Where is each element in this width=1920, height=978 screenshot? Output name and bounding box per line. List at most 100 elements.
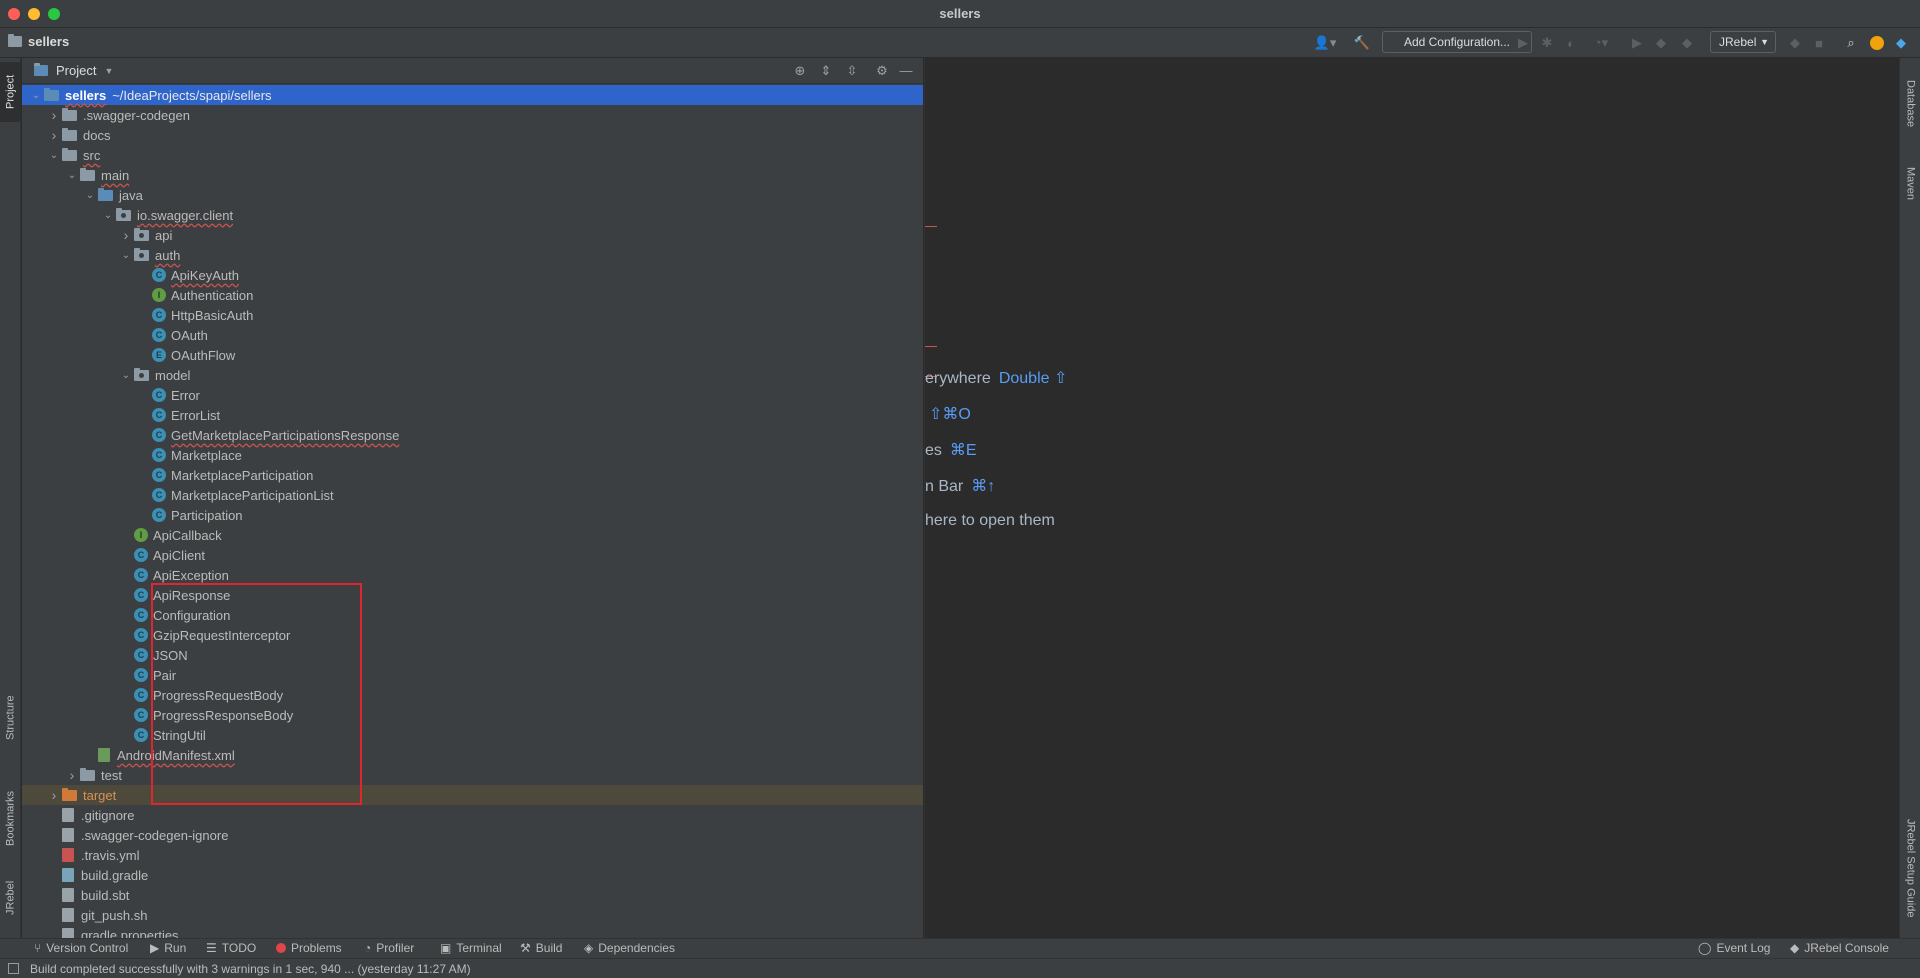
user-account-icon[interactable]: 👤▾ bbox=[1310, 33, 1340, 53]
tree-item[interactable]: ⌄ main bbox=[22, 165, 923, 185]
tool-tab-build[interactable]: ⚒ Build bbox=[520, 941, 562, 955]
tool-tab-event-log[interactable]: ◯ Event Log bbox=[1698, 941, 1770, 955]
tree-item[interactable]: .travis.yml bbox=[22, 845, 923, 865]
chevron-right-icon[interactable]: › bbox=[46, 107, 62, 123]
tree-item[interactable]: C GetMarketplaceParticipationsResponse bbox=[22, 425, 923, 445]
tree-item[interactable]: ⌄ auth bbox=[22, 245, 923, 265]
tree-item[interactable]: ⌄ io.swagger.client bbox=[22, 205, 923, 225]
tool-tab-jrebel-console[interactable]: ◆ JRebel Console bbox=[1790, 941, 1889, 955]
project-view-selector[interactable]: Project ▼ bbox=[34, 63, 113, 78]
tree-item[interactable]: C Marketplace bbox=[22, 445, 923, 465]
chevron-right-icon[interactable]: › bbox=[46, 127, 62, 143]
tool-tab-profiler[interactable]: ◔ Profiler bbox=[364, 941, 414, 955]
tree-item-label: test bbox=[101, 767, 122, 783]
tree-item[interactable]: C ApiException bbox=[22, 565, 923, 585]
chevron-right-icon[interactable]: › bbox=[46, 787, 62, 803]
breadcrumb-project[interactable]: sellers bbox=[8, 34, 69, 49]
tree-item[interactable]: C MarketplaceParticipation bbox=[22, 465, 923, 485]
chevron-down-icon[interactable]: ⌄ bbox=[118, 370, 134, 381]
tree-item[interactable]: › .swagger-codegen bbox=[22, 105, 923, 125]
tree-item[interactable]: C Participation bbox=[22, 505, 923, 525]
status-message[interactable]: Build completed successfully with 3 warn… bbox=[30, 962, 471, 976]
tree-item[interactable]: C Error bbox=[22, 385, 923, 405]
tool-tab-jrebel-setup-guide[interactable]: JRebel Setup Guide bbox=[1900, 808, 1920, 928]
tool-tab-terminal[interactable]: ▣ Terminal bbox=[440, 941, 502, 955]
tool-tab-problems[interactable]: Problems bbox=[276, 941, 342, 955]
tab-label: Terminal bbox=[456, 941, 502, 955]
plugin-logo-icon[interactable]: ◆ bbox=[1892, 33, 1910, 53]
jrebel-debug-icon[interactable]: ◆ bbox=[1652, 33, 1670, 53]
jrebel-select[interactable]: JRebel ▼ bbox=[1710, 31, 1776, 53]
tree-item[interactable]: › docs bbox=[22, 125, 923, 145]
hammer-icon: ⚒ bbox=[520, 941, 531, 955]
jrebel-run-icon[interactable]: ▶ bbox=[1628, 33, 1646, 53]
tree-item[interactable]: git_push.sh bbox=[22, 905, 923, 925]
chevron-right-icon[interactable]: › bbox=[118, 227, 134, 243]
tool-tab-maven[interactable]: Maven bbox=[1900, 154, 1920, 214]
chevron-right-icon[interactable]: › bbox=[64, 767, 80, 783]
class-icon: C bbox=[152, 468, 166, 482]
tool-tab-project[interactable]: Project bbox=[0, 62, 21, 122]
update-icon[interactable] bbox=[1868, 33, 1886, 53]
tree-item[interactable]: gradle.properties bbox=[22, 925, 923, 938]
expand-all-icon[interactable]: ⇕ bbox=[818, 63, 834, 79]
tool-tab-todo[interactable]: ☰ TODO bbox=[206, 941, 256, 955]
collapse-all-icon[interactable]: ⇳ bbox=[844, 63, 860, 79]
tree-item[interactable]: C ApiKeyAuth bbox=[22, 265, 923, 285]
profile-icon[interactable]: ◔▾ bbox=[1586, 33, 1616, 53]
tree-item[interactable]: ⌄ src bbox=[22, 145, 923, 165]
search-icon[interactable]: ⌕ bbox=[1842, 33, 1860, 53]
list-icon: ☰ bbox=[206, 941, 217, 955]
tree-item[interactable]: C HttpBasicAuth bbox=[22, 305, 923, 325]
class-icon: C bbox=[134, 608, 148, 622]
tree-item[interactable]: .swagger-codegen-ignore bbox=[22, 825, 923, 845]
chevron-down-icon[interactable]: ⌄ bbox=[28, 90, 44, 101]
tree-item[interactable]: ⌄ sellers ~/IdeaProjects/spapi/sellers bbox=[22, 85, 923, 105]
tree-item[interactable]: ⌄ model bbox=[22, 365, 923, 385]
tree-item[interactable]: E OAuthFlow bbox=[22, 345, 923, 365]
folder-icon bbox=[80, 167, 95, 181]
tool-tab-version-control[interactable]: ⑂ Version Control bbox=[34, 941, 128, 955]
tool-tab-jrebel[interactable]: JRebel bbox=[0, 868, 21, 928]
jrebel-agent-icon[interactable]: ◆ bbox=[1678, 33, 1696, 53]
chevron-down-icon[interactable]: ⌄ bbox=[82, 190, 98, 201]
locate-icon[interactable]: ⊕ bbox=[792, 63, 808, 79]
tree-item[interactable]: I ApiCallback bbox=[22, 525, 923, 545]
tree-item[interactable]: C ErrorList bbox=[22, 405, 923, 425]
tree-item[interactable]: C MarketplaceParticipationList bbox=[22, 485, 923, 505]
chevron-down-icon[interactable]: ⌄ bbox=[100, 210, 116, 221]
hide-panel-icon[interactable]: — bbox=[898, 63, 914, 79]
gear-icon[interactable]: ⚙ bbox=[874, 63, 890, 79]
tree-item[interactable]: I Authentication bbox=[22, 285, 923, 305]
tool-tab-run[interactable]: ▶ Run bbox=[150, 941, 186, 955]
toggle-tool-windows-icon[interactable] bbox=[8, 963, 19, 974]
tree-item-label: git_push.sh bbox=[81, 907, 148, 923]
stop-icon[interactable]: ■ bbox=[1810, 33, 1828, 53]
tree-item[interactable]: build.sbt bbox=[22, 885, 923, 905]
chevron-down-icon[interactable]: ⌄ bbox=[64, 170, 80, 181]
hint-recent-files: es ⌘E bbox=[925, 440, 977, 460]
tool-tab-bookmarks[interactable]: Bookmarks bbox=[0, 773, 21, 863]
file-icon bbox=[62, 808, 74, 822]
attach-icon[interactable]: ◆ bbox=[1786, 33, 1804, 53]
chevron-down-icon[interactable]: ⌄ bbox=[118, 250, 134, 261]
tree-item[interactable]: .gitignore bbox=[22, 805, 923, 825]
add-configuration-button[interactable]: Add Configuration... bbox=[1382, 31, 1532, 53]
build-hammer-icon[interactable]: 🔨 bbox=[1352, 33, 1372, 53]
package-icon bbox=[116, 207, 131, 221]
coverage-icon[interactable]: ◐ bbox=[1562, 33, 1580, 53]
tool-tab-structure[interactable]: Structure bbox=[0, 678, 21, 758]
tree-item[interactable]: ⌄ java bbox=[22, 185, 923, 205]
tree-item[interactable]: C ApiClient bbox=[22, 545, 923, 565]
tree-item[interactable]: C OAuth bbox=[22, 325, 923, 345]
debug-icon[interactable]: ✱ bbox=[1538, 33, 1556, 53]
tool-tab-dependencies[interactable]: ◈ Dependencies bbox=[584, 941, 675, 955]
class-icon: C bbox=[134, 548, 148, 562]
tree-item[interactable]: › api bbox=[22, 225, 923, 245]
tree-item-label: build.sbt bbox=[81, 887, 130, 903]
tool-tab-database[interactable]: Database bbox=[1900, 64, 1920, 144]
chevron-down-icon[interactable]: ⌄ bbox=[46, 150, 62, 161]
tree-item[interactable]: build.gradle bbox=[22, 865, 923, 885]
run-icon[interactable]: ▶ bbox=[1514, 33, 1532, 53]
tab-label: Problems bbox=[291, 941, 342, 955]
